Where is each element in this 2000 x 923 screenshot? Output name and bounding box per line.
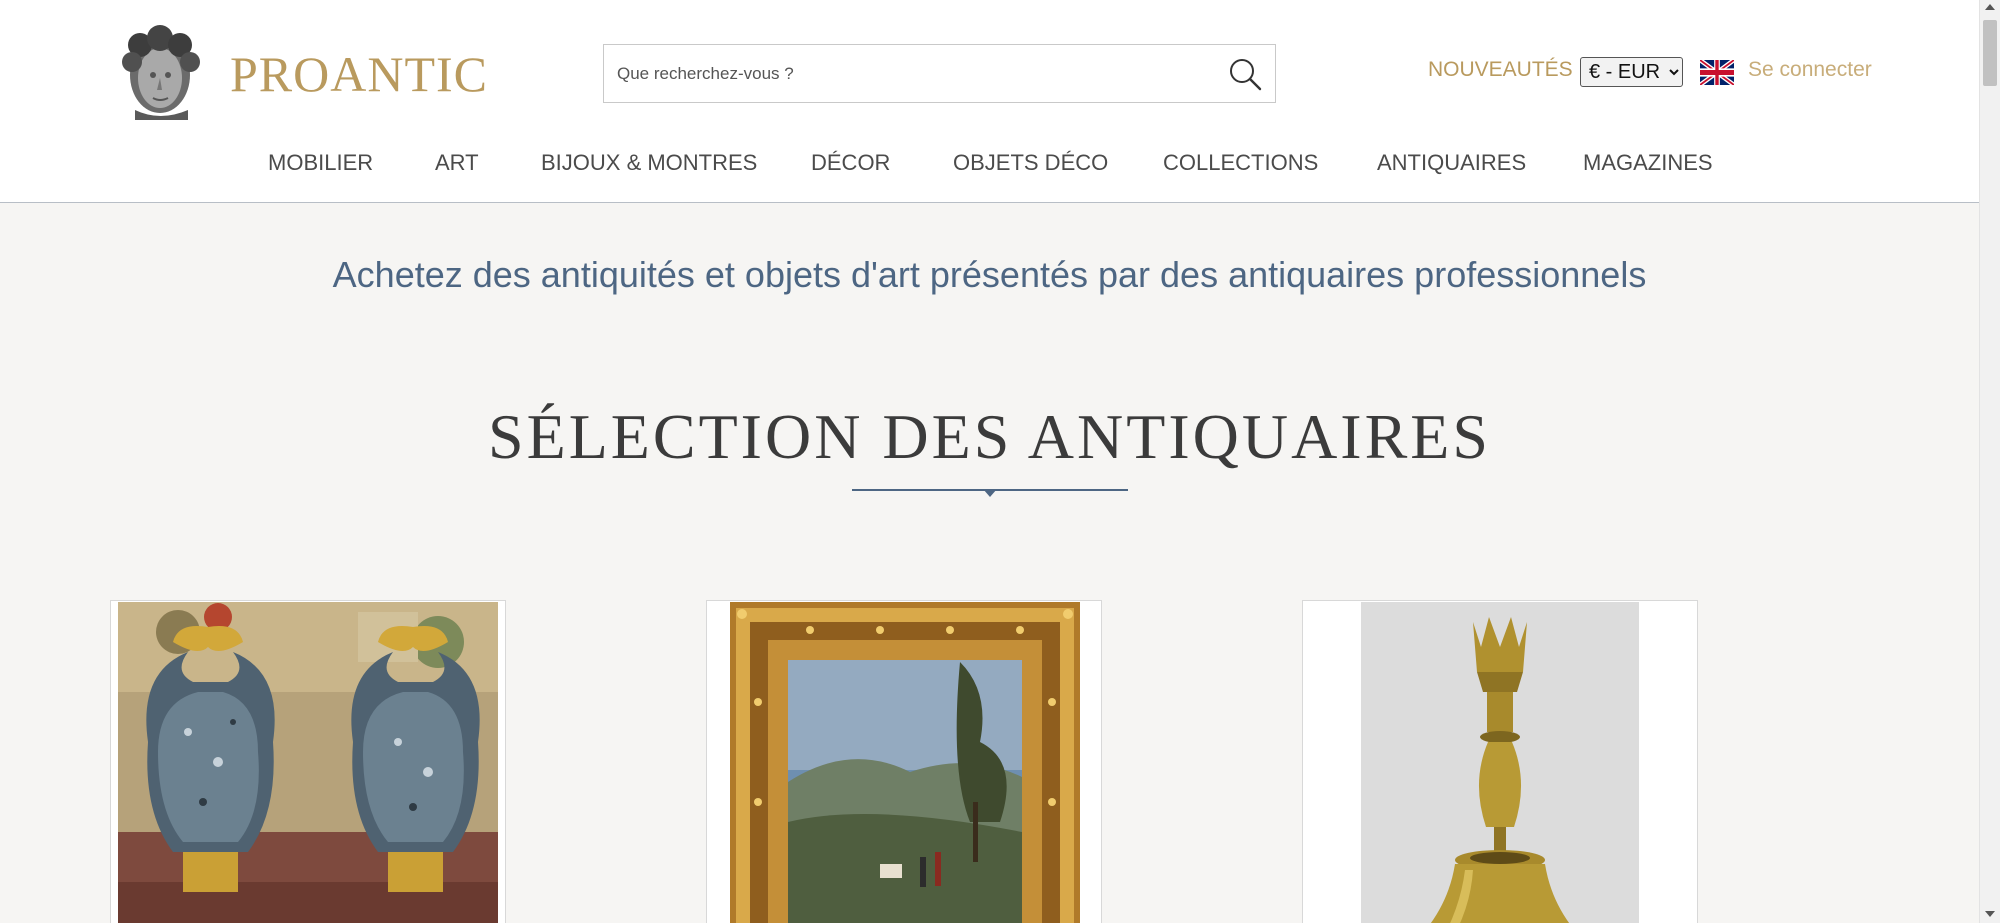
scrollbar-thumb[interactable] xyxy=(1983,20,1997,86)
new-arrivals-link[interactable]: NOUVEAUTÉS xyxy=(1428,58,1573,82)
nav-item-decor[interactable]: DÉCOR xyxy=(811,150,890,176)
nav-item-collections[interactable]: COLLECTIONS xyxy=(1163,150,1318,176)
search-icon[interactable] xyxy=(1227,56,1263,92)
uk-flag-icon[interactable] xyxy=(1700,60,1734,85)
nav-item-magazines[interactable]: MAGAZINES xyxy=(1583,150,1713,176)
nav-item-art[interactable]: ART xyxy=(435,150,479,176)
scroll-down-arrow-icon[interactable] xyxy=(1985,911,1995,917)
brand-name: PROANTIC xyxy=(230,46,489,102)
search-box xyxy=(603,44,1276,103)
pair-of-marble-vases-image xyxy=(118,602,498,923)
section-title: SÉLECTION DES ANTIQUAIRES xyxy=(488,401,1491,472)
antique-bust-icon xyxy=(122,25,200,120)
nav-item-bijoux-montres[interactable]: BIJOUX & MONTRES xyxy=(541,150,757,176)
currency-select[interactable]: € - EUR xyxy=(1580,57,1683,87)
search-input[interactable] xyxy=(604,45,1204,102)
nav-item-objets-deco[interactable]: OBJETS DÉCO xyxy=(953,150,1108,176)
bronze-candlestick-image xyxy=(1361,602,1639,923)
nav-item-antiquaires[interactable]: ANTIQUAIRES xyxy=(1377,150,1526,176)
product-card[interactable] xyxy=(1302,600,1698,923)
home-logo-link[interactable]: PROANTIC xyxy=(110,20,488,122)
product-card[interactable] xyxy=(110,600,506,923)
title-divider-ornament xyxy=(983,489,997,497)
page-scrollbar[interactable] xyxy=(1979,0,2000,923)
login-link[interactable]: Se connecter xyxy=(1748,58,1872,82)
site-header: PROANTIC NOUVEAUTÉS € - EUR Se connecter… xyxy=(0,0,1979,203)
nav-item-mobilier[interactable]: MOBILIER xyxy=(268,150,373,176)
scroll-up-arrow-icon[interactable] xyxy=(1985,4,1995,10)
product-card[interactable] xyxy=(706,600,1102,923)
framed-landscape-painting-image xyxy=(730,602,1080,923)
page-tagline: Achetez des antiquités et objets d'art p… xyxy=(332,254,1647,295)
